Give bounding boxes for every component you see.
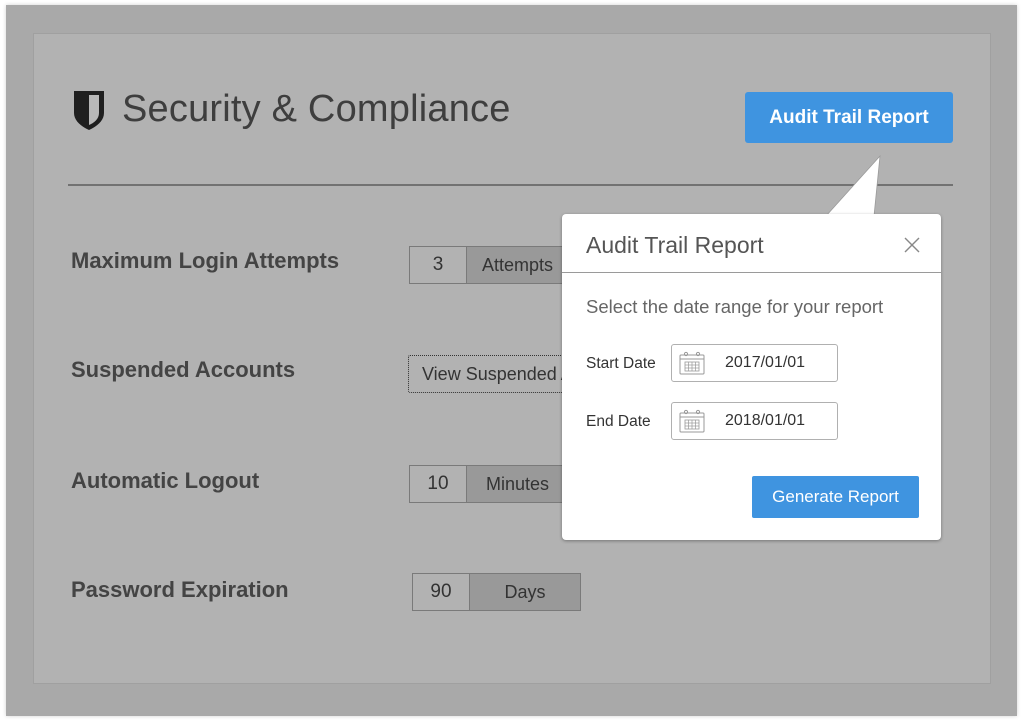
audit-trail-report-button[interactable]: Audit Trail Report [745,92,953,143]
password-expiration-value[interactable]: 90 [413,574,470,610]
max-login-attempts-unit: Attempts [467,247,568,283]
calendar-icon[interactable] [679,409,705,433]
generate-report-button[interactable]: Generate Report [752,476,919,518]
setting-label-auto-logout: Automatic Logout [71,468,260,493]
audit-trail-popover: Audit Trail Report Select the date range… [562,214,941,540]
start-date-label: Start Date [586,355,656,372]
calendar-icon[interactable] [679,351,705,375]
shield-icon [74,90,104,130]
setting-label-max-login: Maximum Login Attempts [71,248,340,273]
automatic-logout-field[interactable]: 10 Minutes [409,465,569,503]
max-login-attempts-field[interactable]: 3 Attempts [409,246,569,284]
automatic-logout-value[interactable]: 10 [410,466,467,502]
start-date-field[interactable]: 2017/01/01 [671,344,838,382]
end-date-field[interactable]: 2018/01/01 [671,402,838,440]
popover-title: Audit Trail Report [586,232,764,258]
password-expiration-unit: Days [470,574,580,610]
end-date-value[interactable]: 2018/01/01 [725,412,805,430]
page-title: Security & Compliance [122,88,511,130]
end-date-label: End Date [586,413,651,430]
setting-label-suspended: Suspended Accounts [71,357,296,382]
page-header: Security & Compliance [72,88,511,131]
popover-subtitle: Select the date range for your report [586,296,884,317]
close-icon[interactable] [903,236,921,254]
max-login-attempts-value[interactable]: 3 [410,247,467,283]
header-divider [68,184,953,186]
password-expiration-field[interactable]: 90 Days [412,573,581,611]
popover-divider [562,272,941,273]
start-date-value[interactable]: 2017/01/01 [725,354,805,372]
automatic-logout-unit: Minutes [467,466,568,502]
setting-label-password-exp: Password Expiration [71,577,289,602]
view-suspended-accounts-button[interactable]: View Suspended Accounts [408,355,578,393]
